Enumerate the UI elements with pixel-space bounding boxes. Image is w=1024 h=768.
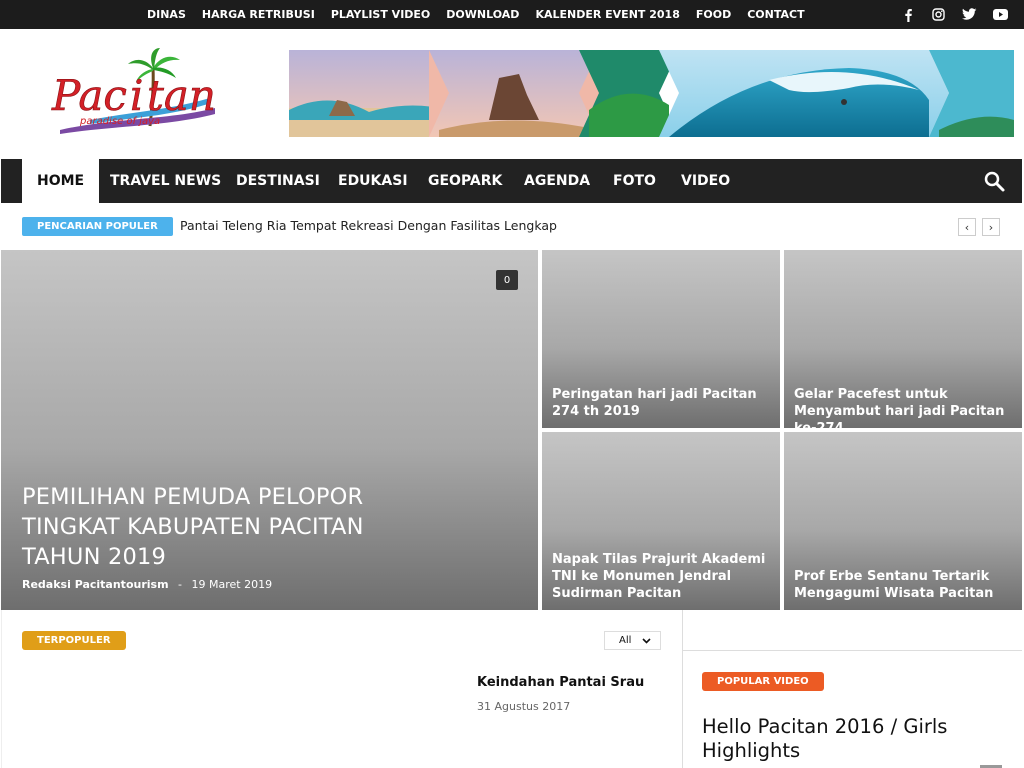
post-author[interactable]: Redaksi Pacitantourism <box>22 578 169 591</box>
svg-text:paradise of java: paradise of java <box>79 116 160 127</box>
site-logo[interactable]: Pac i tan paradise of java <box>50 48 220 140</box>
nav-home[interactable]: HOME <box>22 159 100 203</box>
trending-prev-button[interactable]: ‹ <box>958 218 976 236</box>
post-date: 19 Maret 2019 <box>191 578 273 591</box>
popular-section-label: TERPOPULER <box>22 631 126 650</box>
popular-post-title[interactable]: Keindahan Pantai Srau <box>477 675 644 690</box>
category-filter-dropdown[interactable]: All <box>604 631 661 650</box>
youtube-icon[interactable] <box>991 5 1010 24</box>
featured-main-title[interactable]: PEMILIHAN PEMUDA PELOPOR TINGKAT KABUPAT… <box>22 482 398 572</box>
svg-text:Pac: Pac <box>51 71 127 120</box>
nav-video[interactable]: VIDEO <box>666 159 745 203</box>
trending-next-button[interactable]: › <box>982 218 1000 236</box>
filter-value: All <box>619 635 632 646</box>
sidebar-divider <box>682 650 1022 651</box>
nav-travel-news[interactable]: TRAVEL NEWS <box>95 159 236 203</box>
main-navigation: HOME TRAVEL NEWS DESTINASI EDUKASI GEOPA… <box>1 159 1022 203</box>
chevron-down-icon <box>642 637 651 644</box>
nav-destinasi[interactable]: DESTINASI <box>221 159 335 203</box>
facebook-icon[interactable] <box>898 5 917 24</box>
top-bar: DINAS HARGA RETRIBUSI PLAYLIST VIDEO DOW… <box>0 0 1024 29</box>
nav-edukasi[interactable]: EDUKASI <box>323 159 423 203</box>
featured-tile-title[interactable]: Napak Tilas Prajurit Akademi TNI ke Monu… <box>552 551 766 602</box>
header-banner[interactable] <box>289 50 1014 137</box>
popular-post-date: 31 Agustus 2017 <box>477 700 571 713</box>
top-menu-download[interactable]: DOWNLOAD <box>446 8 519 21</box>
featured-main-meta: Redaksi Pacitantourism - 19 Maret 2019 <box>22 578 272 591</box>
featured-tile-4[interactable]: Prof Erbe Sentanu Tertarik Mengagumi Wis… <box>784 432 1022 610</box>
nav-geopark[interactable]: GEOPARK <box>413 159 517 203</box>
trending-label: PENCARIAN POPULER <box>22 217 173 236</box>
featured-main-post[interactable]: PEMILIHAN PEMUDA PELOPOR TINGKAT KABUPAT… <box>1 250 538 610</box>
svg-text:tan: tan <box>147 71 216 120</box>
top-menu: DINAS HARGA RETRIBUSI PLAYLIST VIDEO DOW… <box>139 0 813 29</box>
featured-tile-title[interactable]: Prof Erbe Sentanu Tertarik Mengagumi Wis… <box>794 568 1008 602</box>
top-menu-playlist-video[interactable]: PLAYLIST VIDEO <box>331 8 430 21</box>
comment-count-badge[interactable]: 0 <box>496 270 518 290</box>
search-icon[interactable] <box>982 169 1006 193</box>
nav-foto[interactable]: FOTO <box>598 159 671 203</box>
popular-video-title[interactable]: Hello Pacitan 2016 / Girls Highlights <box>702 715 1002 763</box>
twitter-icon[interactable] <box>960 5 979 24</box>
popular-video-label: POPULAR VIDEO <box>702 672 824 691</box>
featured-tile-3[interactable]: Napak Tilas Prajurit Akademi TNI ke Monu… <box>542 432 780 610</box>
nav-agenda[interactable]: AGENDA <box>509 159 605 203</box>
top-menu-food[interactable]: FOOD <box>696 8 731 21</box>
top-menu-harga-retribusi[interactable]: HARGA RETRIBUSI <box>202 8 315 21</box>
featured-tile-1[interactable]: Peringatan hari jadi Pacitan 274 th 2019 <box>542 250 780 428</box>
featured-tile-title[interactable]: Peringatan hari jadi Pacitan 274 th 2019 <box>552 386 766 420</box>
featured-tile-title[interactable]: Gelar Pacefest untuk Menyambut hari jadi… <box>794 386 1008 428</box>
social-links <box>898 0 1010 29</box>
top-menu-dinas[interactable]: DINAS <box>147 8 186 21</box>
top-menu-kalender-event[interactable]: KALENDER EVENT 2018 <box>535 8 679 21</box>
featured-tile-2[interactable]: Gelar Pacefest untuk Menyambut hari jadi… <box>784 250 1022 428</box>
meta-separator: - <box>178 578 183 591</box>
svg-text:i: i <box>130 71 143 120</box>
trending-headline[interactable]: Pantai Teleng Ria Tempat Rekreasi Dengan… <box>180 218 557 233</box>
top-menu-contact[interactable]: CONTACT <box>747 8 804 21</box>
instagram-icon[interactable] <box>929 5 948 24</box>
